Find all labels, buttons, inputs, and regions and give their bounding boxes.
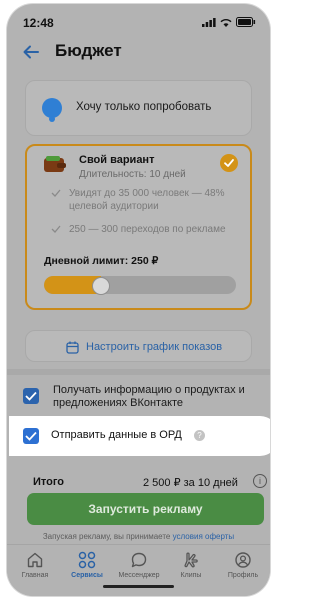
home-indicator — [103, 585, 174, 588]
help-icon[interactable]: ? — [194, 430, 205, 441]
total-label: Итого — [33, 476, 65, 488]
option-try-label: Хочу только попробовать — [76, 101, 212, 113]
speech-bubble-icon — [42, 98, 62, 122]
tab-messenger[interactable]: Мессенджер — [113, 551, 165, 579]
status-bar: 12:48 — [7, 4, 270, 34]
wallet-icon — [44, 156, 66, 172]
check-icon — [51, 189, 61, 197]
tab-home-label: Главная — [21, 572, 49, 579]
checkbox-ord-label: Отправить данные в ОРД — [51, 429, 182, 441]
tab-services[interactable]: Сервисы — [61, 551, 113, 579]
option-own-title: Свой вариант — [79, 154, 155, 166]
check-icon — [51, 225, 61, 233]
tab-home[interactable]: Главная — [9, 551, 61, 579]
back-arrow-icon[interactable] — [21, 42, 41, 62]
section-divider — [7, 369, 270, 375]
feature-clicks: 250 — 300 переходов по рекламе — [51, 223, 251, 236]
feature-reach-text: Увидят до 35 000 человек — 48% целевой а… — [69, 188, 225, 212]
tab-clips-label: Клипы — [180, 572, 202, 579]
launch-ad-button[interactable]: Запустить рекламу — [27, 493, 264, 525]
total-value: 2 500 ₽ за 10 дней — [143, 477, 238, 489]
tab-clips[interactable]: Клипы — [165, 551, 217, 579]
phone-screen: 12:48 Бюджет Хочу только попробовать Сво… — [7, 4, 270, 596]
clips-icon — [184, 552, 198, 568]
disclaimer: Запуская рекламу, вы принимаете условия … — [7, 532, 270, 541]
ord-row[interactable]: Отправить данные в ОРД ? — [9, 416, 270, 456]
option-try[interactable]: Хочу только попробовать — [25, 80, 252, 136]
profile-icon — [235, 552, 251, 568]
battery-icon — [236, 17, 256, 27]
calendar-icon — [66, 341, 79, 354]
selected-check-icon — [220, 154, 238, 172]
bottom-tab-bar: Главная Сервисы Мессенджер Клипы Профиль — [7, 544, 270, 596]
checkbox-news[interactable] — [23, 388, 39, 404]
option-own[interactable]: Свой вариант Длительность: 10 дней Увидя… — [25, 144, 252, 310]
signal-icon — [202, 17, 216, 27]
option-own-duration: Длительность: 10 дней — [79, 169, 186, 180]
top-bar: Бюджет — [7, 34, 270, 70]
wifi-icon — [220, 18, 232, 27]
slider-handle[interactable] — [92, 277, 110, 295]
status-icons — [202, 17, 256, 27]
feature-reach: Увидят до 35 000 человек — 48% целевой а… — [51, 187, 251, 213]
disclaimer-text: Запуская рекламу, вы принимаете — [42, 532, 171, 541]
feature-clicks-text: 250 — 300 переходов по рекламе — [69, 224, 226, 235]
tab-profile[interactable]: Профиль — [217, 551, 269, 579]
schedule-label: Настроить график показов — [86, 341, 223, 353]
checkbox-ord[interactable] — [23, 428, 39, 444]
home-icon — [27, 552, 43, 568]
offer-terms-link[interactable]: условия оферты — [173, 532, 235, 541]
services-icon — [78, 551, 96, 569]
checkbox-news-label: Получать информацию о продуктах и предло… — [53, 384, 245, 409]
messenger-icon — [131, 552, 147, 568]
daily-limit-slider[interactable] — [44, 276, 236, 294]
status-time: 12:48 — [23, 16, 54, 30]
info-icon[interactable]: i — [253, 474, 267, 488]
schedule-button[interactable]: Настроить график показов — [25, 330, 252, 362]
daily-limit-label: Дневной лимит: 250 ₽ — [44, 255, 159, 267]
tab-messenger-label: Мессенджер — [118, 572, 160, 579]
tab-profile-label: Профиль — [227, 572, 259, 579]
tab-services-label: Сервисы — [71, 572, 103, 579]
page-title: Бюджет — [55, 41, 122, 60]
